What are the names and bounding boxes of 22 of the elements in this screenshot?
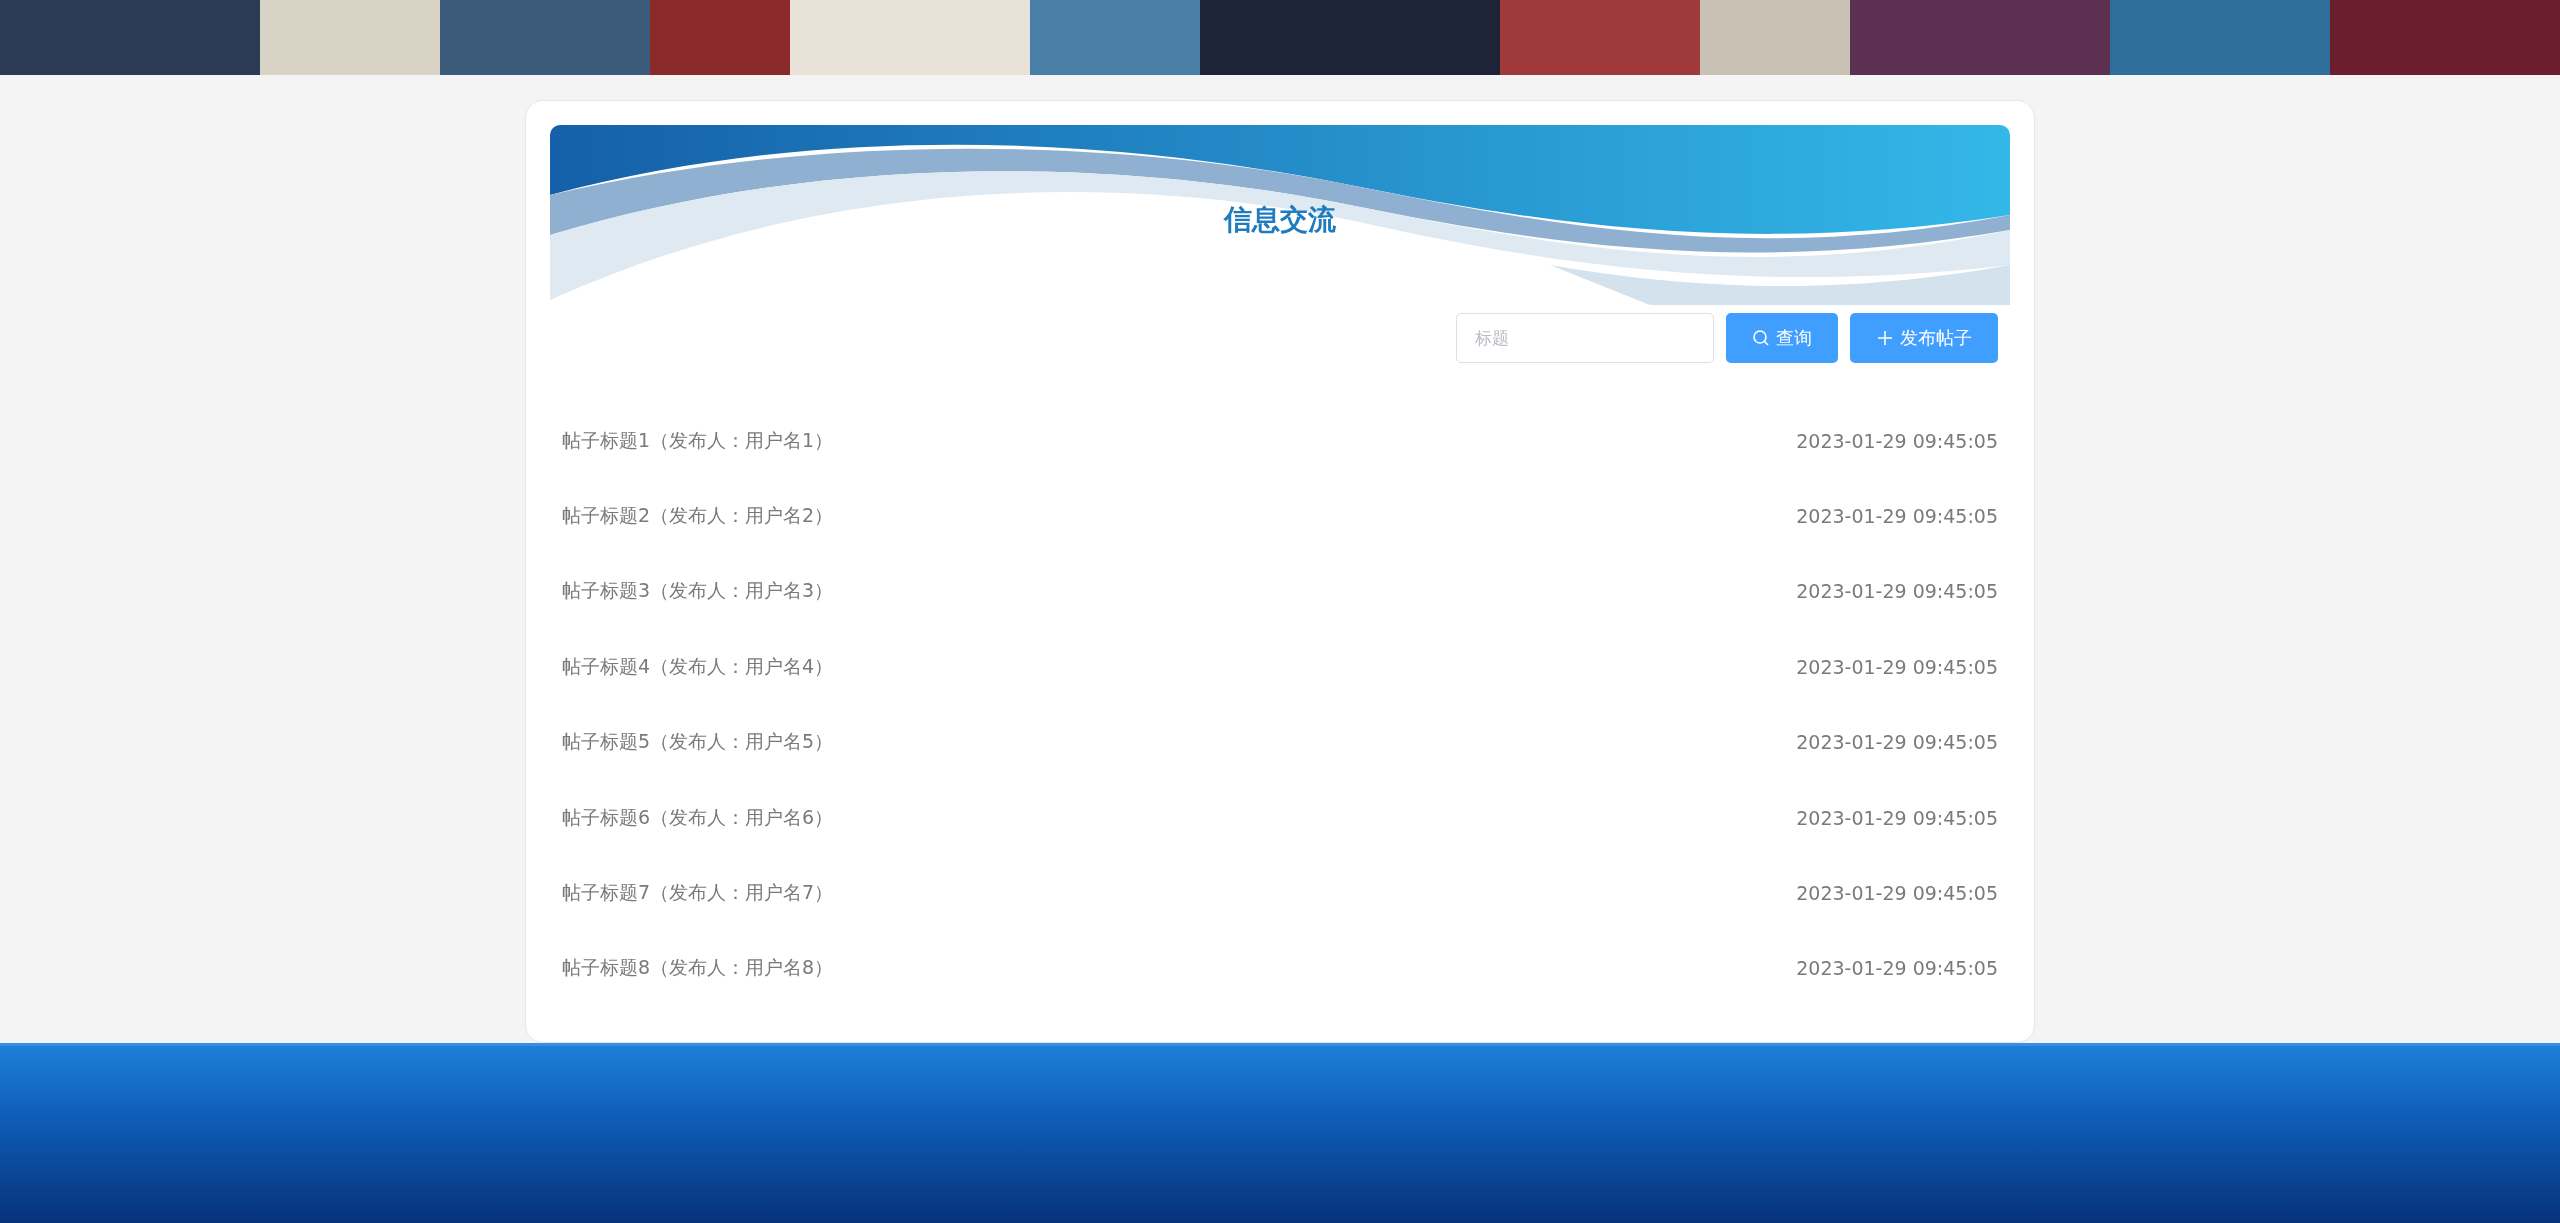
post-title-link[interactable]: 帖子标题8（发布人：用户名8） [562,955,834,982]
plus-icon [1876,329,1894,347]
post-title-link[interactable]: 帖子标题6（发布人：用户名6） [562,804,834,831]
post-time: 2023-01-29 09:45:05 [1796,655,1998,678]
post-title-link[interactable]: 帖子标题1（发布人：用户名1） [562,427,834,454]
post-time: 2023-01-29 09:45:05 [1796,429,1998,452]
post-time: 2023-01-29 09:45:05 [1796,505,1998,528]
search-button[interactable]: 查询 [1726,313,1838,363]
post-time: 2023-01-29 09:45:05 [1796,731,1998,754]
search-icon [1752,329,1770,347]
post-title-link[interactable]: 帖子标题2（发布人：用户名2） [562,503,834,530]
post-title-link[interactable]: 帖子标题4（发布人：用户名4） [562,653,834,680]
post-title-link[interactable]: 帖子标题7（发布人：用户名7） [562,880,834,907]
publish-post-button[interactable]: 发布帖子 [1850,313,1998,363]
post-time: 2023-01-29 09:45:05 [1796,580,1998,603]
post-title-link[interactable]: 帖子标题3（发布人：用户名3） [562,578,834,605]
post-time: 2023-01-29 09:45:05 [1796,806,1998,829]
post-time: 2023-01-29 09:45:05 [1796,957,1998,980]
post-time: 2023-01-29 09:45:05 [1796,882,1998,905]
post-title-link[interactable]: 帖子标题5（发布人：用户名5） [562,729,834,756]
page-title: 信息交流 [1224,202,1336,238]
title-search-field[interactable]: 标题 [1456,313,1714,363]
